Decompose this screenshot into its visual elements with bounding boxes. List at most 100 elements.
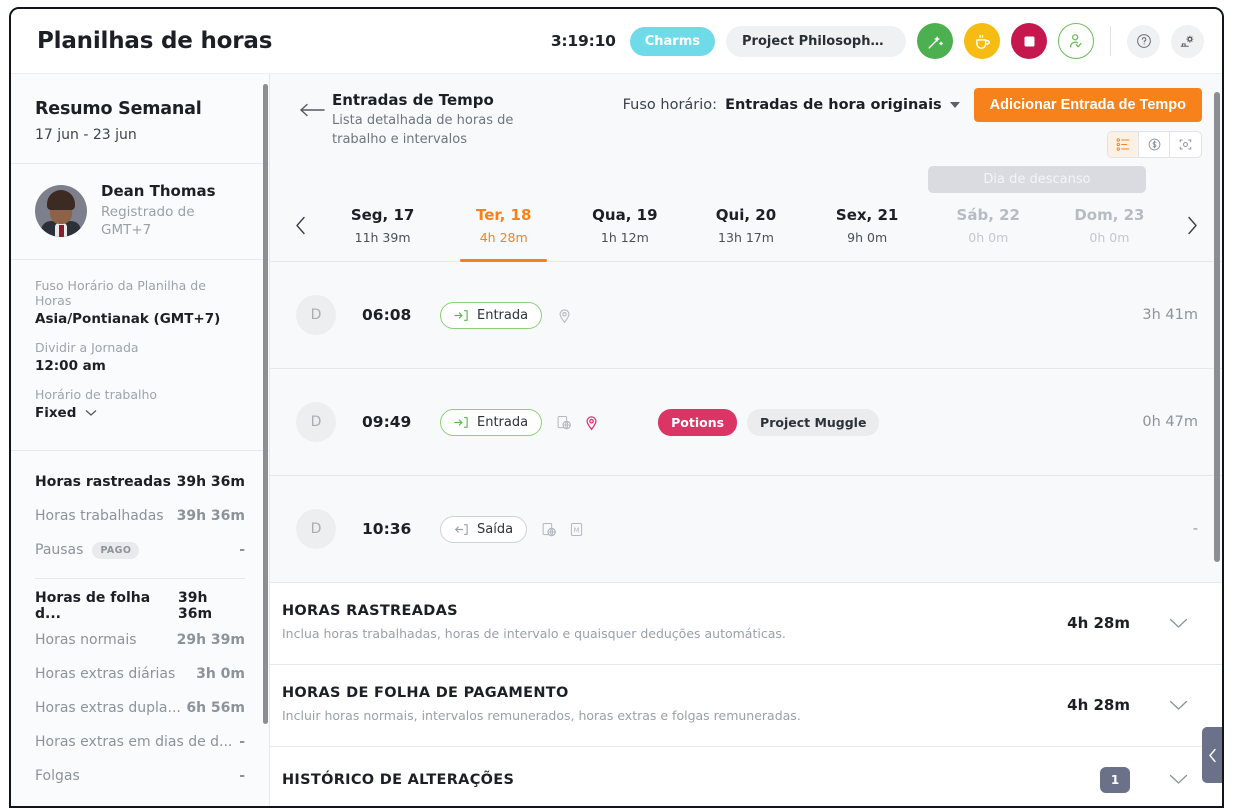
day-tab-sex-21[interactable]: Sex, 21 9h 0m xyxy=(807,190,928,261)
location-pin-filled-icon[interactable] xyxy=(583,414,600,431)
prev-week-button[interactable] xyxy=(278,190,322,261)
back-button[interactable] xyxy=(292,88,332,132)
entry-meta-icons xyxy=(556,307,573,324)
main-scrollbar[interactable] xyxy=(1214,92,1220,562)
entry-type-label: Entrada xyxy=(477,307,529,323)
status-badge: 1 xyxy=(1100,766,1130,793)
work-schedule-select[interactable]: Fixed xyxy=(35,405,245,421)
day-tab-qua-19[interactable]: Qua, 19 1h 12m xyxy=(564,190,685,261)
chevron-down-icon xyxy=(1169,700,1188,711)
stat-double-overtime: Horas extras dupla... 6h 56m xyxy=(35,691,245,725)
entry-tag-task[interactable]: Potions xyxy=(658,408,738,436)
table-row[interactable]: D 09:49 Entrada Potions Project Muggle 0… xyxy=(270,369,1222,476)
chevron-left-icon xyxy=(1208,748,1217,763)
stat-value: - xyxy=(239,542,245,559)
entry-tag-project[interactable]: Project Muggle xyxy=(747,408,880,436)
meta-value-timezone: Asia/Pontianak (GMT+7) xyxy=(35,311,221,328)
user-profile[interactable]: Dean Thomas Registrado de GMT+7 xyxy=(11,164,269,259)
segment-screenshot-view[interactable] xyxy=(1170,132,1201,157)
body: Resumo Semanal 17 jun - 23 jun Dean Thom… xyxy=(11,74,1222,807)
tag-pill-charms[interactable]: Charms xyxy=(629,26,715,56)
summary-tracked-hours[interactable]: HORAS RASTREADAS Inclua horas trabalhada… xyxy=(270,583,1222,665)
stat-worked-hours: Horas trabalhadas 39h 36m xyxy=(35,499,245,533)
day-navigation: Dia de descanso Seg, 17 11h 39m Ter, 18 … xyxy=(270,158,1222,262)
chevron-right-icon xyxy=(1187,216,1198,235)
device-globe-icon[interactable] xyxy=(556,414,573,431)
screenshot-frame-icon xyxy=(1178,137,1193,152)
entry-type-badge-out[interactable]: Saída xyxy=(440,515,528,543)
expand-button[interactable] xyxy=(1156,774,1200,785)
app-window: Planilhas de horas 3:19:10 Charms Projec… xyxy=(9,7,1224,808)
day-tab-seg-17[interactable]: Seg, 17 11h 39m xyxy=(322,190,443,261)
entry-type-label: Saída xyxy=(477,521,514,537)
stat-label: Horas extras em dias de d... xyxy=(35,734,233,751)
clock-out-arrow-icon xyxy=(454,523,468,536)
expand-button[interactable] xyxy=(1156,618,1200,629)
timezone-dropdown[interactable]: Fuso horário: Entradas de hora originais xyxy=(623,97,960,113)
summary-description: Incluir horas normais, intervalos remune… xyxy=(282,707,801,723)
settings-gear-icon xyxy=(1178,32,1197,51)
day-hours: 0h 0m xyxy=(968,230,1009,245)
meta-label-timezone: Fuso Horário da Planilha de Horas xyxy=(35,278,206,309)
svg-text:M: M xyxy=(574,526,580,534)
day-label: Qua, 19 xyxy=(592,206,658,224)
table-row[interactable]: D 10:36 Saída M - xyxy=(270,476,1222,583)
location-pin-outline-icon[interactable] xyxy=(556,307,573,324)
summary-payroll-hours[interactable]: HORAS DE FOLHA DE PAGAMENTO Incluir hora… xyxy=(270,665,1222,747)
entry-type-badge-in[interactable]: Entrada xyxy=(440,408,543,436)
settings-button[interactable] xyxy=(1171,24,1204,58)
user-status-button[interactable] xyxy=(1058,23,1094,59)
stat-label: Horas trabalhadas xyxy=(35,508,164,525)
avatar xyxy=(35,184,87,237)
table-row[interactable]: D 06:08 Entrada 3h 41m xyxy=(270,262,1222,369)
break-button[interactable] xyxy=(964,23,1000,59)
summary-value: 4h 28m xyxy=(1067,696,1130,715)
entry-time: 10:36 xyxy=(362,520,412,538)
stats-divider xyxy=(35,578,245,580)
wand-start-icon xyxy=(926,32,945,51)
day-tab-sab-22[interactable]: Sáb, 22 0h 0m xyxy=(928,190,1049,261)
start-timer-button[interactable] xyxy=(917,23,953,59)
manual-entry-icon[interactable]: M xyxy=(568,521,585,538)
summary-sections: HORAS RASTREADAS Inclua horas trabalhada… xyxy=(270,583,1222,807)
day-hours: 9h 0m xyxy=(847,230,888,245)
stat-value: 39h 36m xyxy=(176,508,245,525)
segment-list-view[interactable] xyxy=(1108,132,1139,157)
summary-change-history[interactable]: HISTÓRICO DE ALTERAÇÕES 1 xyxy=(270,747,1222,807)
day-tab-dom-23[interactable]: Dom, 23 0h 0m xyxy=(1049,190,1170,261)
segment-money-view[interactable] xyxy=(1139,132,1170,157)
top-bar-right-controls: 3:19:10 Charms Project Philosopher's S..… xyxy=(551,23,1204,59)
device-globe-icon[interactable] xyxy=(541,521,558,538)
project-selector[interactable]: Project Philosopher's S... xyxy=(726,25,906,57)
weekly-summary-sidebar: Resumo Semanal 17 jun - 23 jun Dean Thom… xyxy=(11,74,270,806)
stat-tracked-hours: Horas rastreadas 39h 36m xyxy=(35,465,245,499)
stat-value: 6h 56m xyxy=(186,700,245,717)
collapse-panel-handle[interactable] xyxy=(1202,727,1222,783)
meta-value-split-day: 12:00 am xyxy=(35,358,106,375)
running-timer: 3:19:10 xyxy=(550,32,616,50)
next-week-button[interactable] xyxy=(1170,190,1214,261)
timezone-value: Entradas de hora originais xyxy=(725,97,942,113)
day-hours: 11h 39m xyxy=(354,230,411,245)
main-header-controls: Fuso horário: Entradas de hora originais… xyxy=(623,88,1202,158)
day-tab-qui-20[interactable]: Qui, 20 13h 17m xyxy=(685,190,806,261)
day-label: Dom, 23 xyxy=(1074,206,1145,224)
panel-title: Entradas de Tempo xyxy=(332,91,494,109)
stop-timer-button[interactable] xyxy=(1011,23,1047,59)
sidebar-meta: Fuso Horário da Planilha de Horas Asia/P… xyxy=(11,260,269,450)
stat-value: - xyxy=(239,734,245,751)
summary-title: HISTÓRICO DE ALTERAÇÕES xyxy=(282,771,515,788)
day-tab-ter-18[interactable]: Ter, 18 4h 28m xyxy=(443,190,564,262)
summary-value: 4h 28m xyxy=(1067,614,1130,633)
expand-button[interactable] xyxy=(1156,700,1200,711)
top-bar: Planilhas de horas 3:19:10 Charms Projec… xyxy=(11,9,1222,74)
add-time-entry-button[interactable]: Adicionar Entrada de Tempo xyxy=(973,88,1202,122)
meta-label-work-schedule: Horário de trabalho xyxy=(35,387,158,403)
sidebar-scrollbar[interactable] xyxy=(263,84,268,724)
stat-label: Horas extras dupla... xyxy=(35,700,181,717)
help-button[interactable] xyxy=(1127,24,1160,58)
entry-duration: 0h 47m xyxy=(1142,414,1198,430)
stat-label: Horas normais xyxy=(35,632,137,649)
entry-type-badge-in[interactable]: Entrada xyxy=(440,301,543,329)
day-hours: 1h 12m xyxy=(600,230,649,245)
